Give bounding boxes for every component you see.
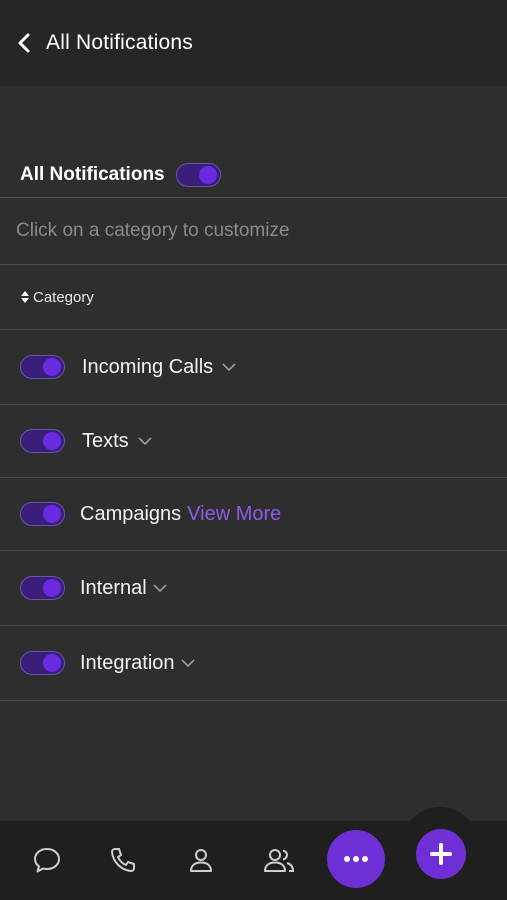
all-notifications-row: All Notifications [0,152,507,198]
category-row-campaigns[interactable]: Campaigns View More [0,478,507,551]
texts-toggle[interactable] [20,429,65,453]
integration-toggle[interactable] [20,651,65,675]
toggle-knob [43,432,61,450]
chevron-down-icon[interactable] [138,434,152,448]
all-notifications-toggle[interactable] [175,162,221,187]
category-row-internal[interactable]: Internal [0,551,507,626]
category-label: Campaigns [80,502,182,525]
incoming-calls-toggle[interactable] [20,355,65,379]
category-label: Internal [80,576,147,599]
view-more-link[interactable]: View More [187,503,281,526]
more-button[interactable] [327,830,385,888]
category-label: Texts [82,429,129,452]
add-button[interactable] [416,829,466,879]
all-notifications-label: All Notifications [20,163,165,185]
chevron-down-icon[interactable] [180,656,195,670]
toggle-knob [43,654,61,672]
category-row-texts[interactable]: Texts [0,405,507,478]
category-row-incoming-calls[interactable]: Incoming Calls [0,330,507,405]
chevron-down-icon[interactable] [222,360,236,374]
chat-icon[interactable] [32,845,62,875]
add-icon [429,842,453,866]
category-header-label: Category [33,288,94,306]
category-label: Incoming Calls [82,355,214,378]
toggle-knob [198,165,217,184]
contact-icon[interactable] [186,845,216,875]
page-title: All Notifications [46,31,193,54]
category-label: Integration [80,651,175,674]
toggle-knob [43,358,61,376]
internal-toggle[interactable] [20,576,65,600]
chevron-down-icon[interactable] [153,581,167,595]
more-icon [343,855,369,863]
customize-hint: Click on a category to customize [16,220,290,241]
toggle-knob [43,505,61,523]
category-column-header[interactable]: Category [0,265,507,330]
toggle-knob [43,579,61,597]
top-bar: All Notifications [0,0,507,86]
team-icon[interactable] [262,845,296,875]
back-chevron-icon[interactable] [14,33,34,53]
campaigns-toggle[interactable] [20,502,65,526]
phone-icon[interactable] [108,845,138,875]
hint-row: Click on a category to customize [0,198,507,265]
sort-icon [20,290,30,304]
category-row-integration[interactable]: Integration [0,626,507,701]
